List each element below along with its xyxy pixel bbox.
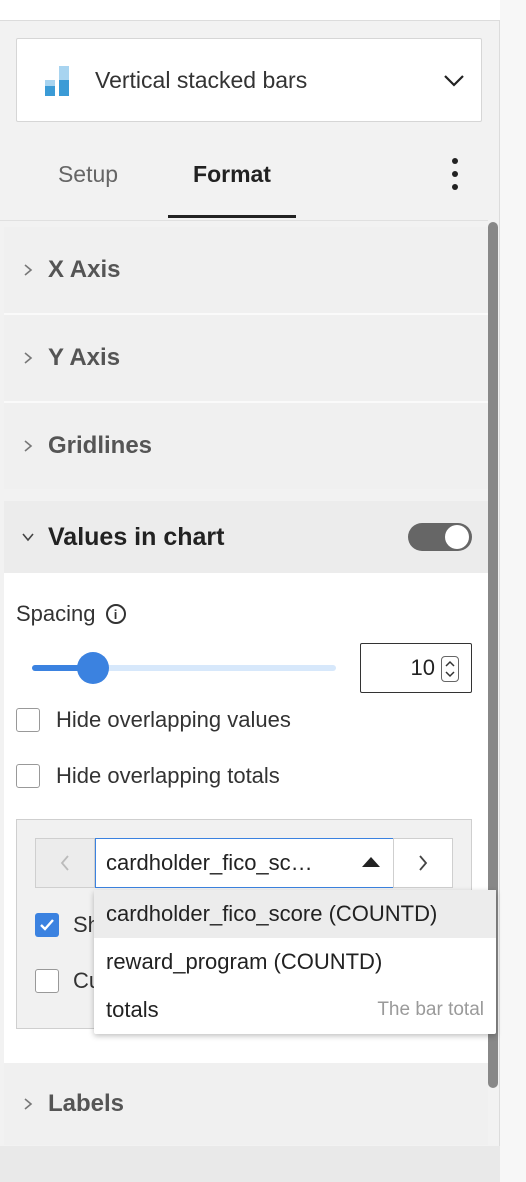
chart-type-select[interactable]: Vertical stacked bars [16,38,482,122]
option-label: reward_program (COUNTD) [106,949,383,974]
section-y-axis[interactable]: Y Axis [4,315,488,401]
chevron-right-icon [419,855,428,871]
section-title: X Axis [48,256,121,283]
spacing-value: 10 [410,655,435,680]
chart-type-label: Vertical stacked bars [95,66,308,93]
section-gridlines[interactable]: Gridlines [4,403,488,489]
info-icon[interactable]: i [105,604,126,624]
chevron-right-icon [24,352,33,364]
spacing-label: Spacing i [16,601,126,627]
chevron-down-icon [22,533,34,542]
measure-select-value: cardholder_fico_sc… [106,850,313,875]
checkmark-icon [40,919,54,931]
section-title: Labels [48,1090,125,1117]
chevron-right-icon [24,264,33,276]
section-title: Gridlines [48,432,153,459]
option-label: totals [106,997,159,1022]
section-title: Y Axis [48,344,121,371]
previous-measure-button[interactable] [35,838,95,888]
chevron-right-icon [24,440,33,452]
caret-up-icon [362,857,380,867]
measure-dropdown-list: cardholder_fico_score (COUNTD) reward_pr… [94,890,496,1034]
option-hint: The bar total [377,999,484,1020]
chevron-left-icon [60,855,69,871]
option-label: cardholder_fico_score (COUNTD) [106,901,438,926]
measure-select[interactable]: cardholder_fico_sc… [95,838,395,888]
hide-overlapping-totals-checkbox[interactable] [16,764,40,788]
spacing-text: Spacing [16,601,96,626]
dropdown-option[interactable]: cardholder_fico_score (COUNTD) [94,890,496,938]
hide-overlapping-totals-row[interactable]: Hide overlapping totals [16,763,280,789]
custom-values-row[interactable]: Cu [35,968,101,994]
values-in-chart-body: Spacing i 10 Hide overlapping values Hid… [4,573,488,1143]
chevron-down-icon [444,75,464,87]
more-options-icon[interactable] [440,156,470,192]
show-values-checkbox[interactable] [35,913,59,937]
section-title: Values in chart [48,522,225,551]
spacing-slider[interactable] [32,652,336,684]
tab-format[interactable]: Format [168,130,296,218]
spacing-stepper[interactable]: 10 [360,643,472,693]
values-toggle[interactable] [408,523,472,551]
hide-overlapping-values-checkbox[interactable] [16,708,40,732]
show-values-row[interactable]: Sh [35,912,100,938]
custom-values-checkbox[interactable] [35,969,59,993]
stacked-bars-icon [43,62,71,98]
top-strip [0,0,500,20]
dropdown-option[interactable]: reward_program (COUNTD) [94,938,496,986]
right-strip [500,0,526,1182]
section-x-axis[interactable]: X Axis [4,227,488,313]
section-labels[interactable]: Labels [4,1063,488,1145]
stepper-arrows-icon[interactable] [441,656,459,682]
section-values-in-chart[interactable]: Values in chart [4,501,488,573]
bottom-band [0,1146,500,1182]
toggle-knob [445,525,469,549]
format-content: X Axis Y Axis Gridlines Values in chart … [0,220,488,1182]
checkbox-label: Hide overlapping totals [56,763,280,788]
next-measure-button[interactable] [393,838,453,888]
tab-bar: Setup Format [0,130,500,218]
hide-overlapping-values-row[interactable]: Hide overlapping values [16,707,291,733]
chevron-right-icon [24,1098,33,1110]
slider-handle[interactable] [76,652,109,684]
tab-setup[interactable]: Setup [30,130,146,218]
dropdown-option[interactable]: totals The bar total [94,986,496,1034]
checkbox-label: Hide overlapping values [56,707,291,732]
scrollbar[interactable] [488,220,498,1182]
